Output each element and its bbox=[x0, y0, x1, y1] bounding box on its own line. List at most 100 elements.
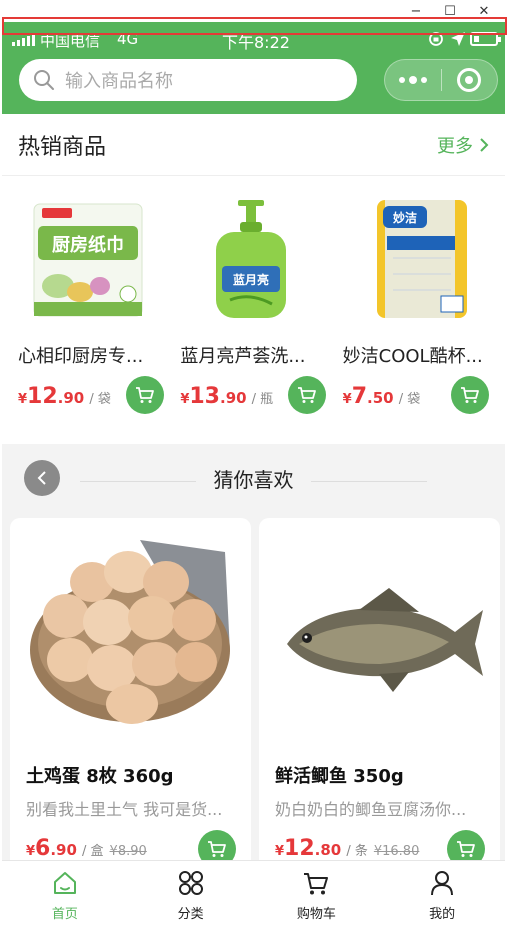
guess-section-header: 猜你喜欢 bbox=[2, 444, 505, 518]
search-placeholder: 输入商品名称 bbox=[65, 71, 173, 92]
price-decimal: .80 bbox=[314, 841, 342, 859]
product-name: 土鸡蛋 8枚 360g bbox=[26, 766, 174, 787]
tab-label: 首页 bbox=[51, 907, 78, 922]
user-icon bbox=[431, 871, 454, 896]
carrier-label: 中国电信 bbox=[40, 32, 101, 50]
product-price: ¥13.90 / 瓶 bbox=[180, 384, 273, 409]
product-card[interactable]: 妙洁 妙洁COOL酷杯... ¥7.50 / 袋 bbox=[343, 176, 505, 442]
product-price: ¥12.80 / 条 ¥16.80 bbox=[275, 836, 419, 861]
original-price: ¥8.90 bbox=[109, 844, 147, 859]
product-name: 心相印厨房专... bbox=[18, 346, 144, 367]
product-name: 妙洁COOL酷杯... bbox=[342, 346, 483, 367]
price-decimal: .90 bbox=[220, 389, 247, 407]
eggs-image bbox=[30, 540, 230, 724]
price-decimal: .90 bbox=[50, 841, 77, 859]
more-options-button[interactable] bbox=[385, 60, 441, 100]
tab-cart[interactable]: 购物车 bbox=[254, 861, 380, 932]
hand-soap-image: 蓝月亮 bbox=[216, 200, 287, 318]
status-bar: 中国电信 4G 下午8:22 bbox=[2, 28, 505, 52]
price-integer: 13 bbox=[189, 384, 220, 409]
product-card[interactable]: 蓝月亮 蓝月亮芦荟洗... ¥13.90 / 瓶 bbox=[180, 176, 342, 442]
cart-icon bbox=[304, 873, 329, 895]
svg-text:厨房纸巾: 厨房纸巾 bbox=[52, 234, 124, 256]
recommend-card[interactable]: 鲜活鲫鱼 350g 奶白奶白的鲫鱼豆腐汤你... ¥12.80 / 条 ¥16.8… bbox=[259, 518, 500, 898]
price-integer: 7 bbox=[351, 384, 368, 409]
more-label: 更多 bbox=[437, 135, 473, 157]
add-to-cart-button[interactable] bbox=[450, 376, 489, 414]
price-unit: / 袋 bbox=[89, 392, 111, 407]
price-decimal: .50 bbox=[367, 389, 394, 407]
section-title: 热销商品 bbox=[18, 134, 107, 160]
price-unit: / 瓶 bbox=[251, 392, 274, 407]
product-price: ¥12.90 / 袋 bbox=[18, 384, 111, 409]
product-price: ¥6.90 / 盒 ¥8.90 bbox=[26, 836, 147, 861]
original-price: ¥16.80 bbox=[373, 844, 420, 859]
add-to-cart-button[interactable] bbox=[126, 376, 164, 414]
currency-symbol: ¥ bbox=[275, 844, 285, 859]
orientation-lock-icon bbox=[429, 32, 443, 46]
cart-icon bbox=[457, 841, 475, 857]
price-integer: 6 bbox=[35, 836, 51, 861]
price-decimal: .90 bbox=[57, 389, 85, 407]
paper-cups-image: 妙洁 bbox=[376, 200, 467, 318]
price-unit: / 条 bbox=[346, 844, 368, 859]
product-name: 蓝月亮芦荟洗... bbox=[180, 346, 306, 367]
header: 中国电信 4G 下午8:22 输入商品名称 bbox=[2, 22, 505, 114]
home-icon bbox=[53, 872, 76, 894]
svg-text:蓝月亮: 蓝月亮 bbox=[233, 272, 269, 287]
tab-label: 购物车 bbox=[296, 907, 336, 922]
product-description: 奶白奶白的鲫鱼豆腐汤你... bbox=[275, 800, 467, 819]
price-integer: 12 bbox=[284, 836, 315, 861]
product-name: 鲜活鲫鱼 350g bbox=[275, 766, 404, 787]
currency-symbol: ¥ bbox=[342, 392, 352, 407]
tab-label: 分类 bbox=[177, 907, 204, 922]
dot-icon bbox=[421, 77, 427, 83]
cart-icon bbox=[460, 387, 479, 403]
divider-line bbox=[311, 481, 427, 482]
product-price: ¥7.50 / 袋 bbox=[343, 384, 421, 409]
cart-icon bbox=[136, 387, 154, 403]
search-input[interactable]: 输入商品名称 bbox=[19, 59, 357, 101]
cart-icon bbox=[208, 841, 226, 857]
price-unit: / 袋 bbox=[398, 392, 421, 407]
target-icon bbox=[457, 68, 482, 92]
product-card[interactable]: 厨房纸巾 心相印厨房专... ¥12.90 / 袋 bbox=[18, 176, 180, 442]
tab-bar: 首页 分类 购物车 我的 bbox=[2, 860, 505, 932]
minimize-button[interactable]: − bbox=[399, 4, 433, 19]
tab-home[interactable]: 首页 bbox=[2, 861, 128, 932]
network-label: 4G bbox=[117, 30, 139, 48]
dot-icon bbox=[399, 77, 405, 83]
menu-capsule bbox=[384, 59, 498, 101]
window-title-bar: − ☐ ✕ bbox=[0, 0, 507, 22]
section-title: 猜你喜欢 bbox=[213, 468, 294, 492]
tab-mine[interactable]: 我的 bbox=[379, 861, 505, 932]
mini-program-app: 中国电信 4G 下午8:22 输入商品名称 热销商品 更多 厨房纸巾 心相印厨房… bbox=[2, 22, 505, 932]
dot-icon bbox=[409, 76, 417, 84]
svg-text:妙洁: 妙洁 bbox=[393, 210, 417, 225]
currency-symbol: ¥ bbox=[18, 392, 28, 407]
location-icon bbox=[451, 32, 465, 46]
recommend-card[interactable]: 土鸡蛋 8枚 360g 别看我土里土气 我可是货... ¥6.90 / 盒 ¥8.… bbox=[10, 518, 251, 898]
more-link[interactable]: 更多 bbox=[437, 132, 489, 158]
maximize-button[interactable]: ☐ bbox=[433, 4, 467, 19]
kitchen-towel-image: 厨房纸巾 bbox=[33, 203, 143, 317]
hot-section: 热销商品 更多 厨房纸巾 心相印厨房专... ¥12.90 / 袋 蓝月亮 蓝月… bbox=[2, 114, 505, 444]
tab-category[interactable]: 分类 bbox=[128, 861, 254, 932]
status-time: 下午8:22 bbox=[222, 33, 290, 52]
add-to-cart-button[interactable] bbox=[288, 376, 327, 414]
chevron-right-icon bbox=[480, 137, 489, 152]
price-unit: / 盒 bbox=[82, 844, 104, 859]
signal-icon bbox=[12, 34, 35, 46]
fish-image bbox=[287, 588, 483, 692]
cart-icon bbox=[298, 387, 317, 403]
price-integer: 12 bbox=[27, 384, 58, 409]
product-description: 别看我土里土气 我可是货... bbox=[26, 800, 223, 819]
close-window-button[interactable]: ✕ bbox=[467, 4, 501, 19]
battery-icon bbox=[470, 32, 501, 46]
currency-symbol: ¥ bbox=[26, 844, 36, 859]
tab-label: 我的 bbox=[429, 907, 456, 922]
search-icon bbox=[34, 70, 54, 90]
close-miniprogram-button[interactable] bbox=[442, 60, 497, 100]
hot-section-header: 热销商品 更多 bbox=[2, 114, 505, 176]
category-icon bbox=[178, 871, 203, 895]
